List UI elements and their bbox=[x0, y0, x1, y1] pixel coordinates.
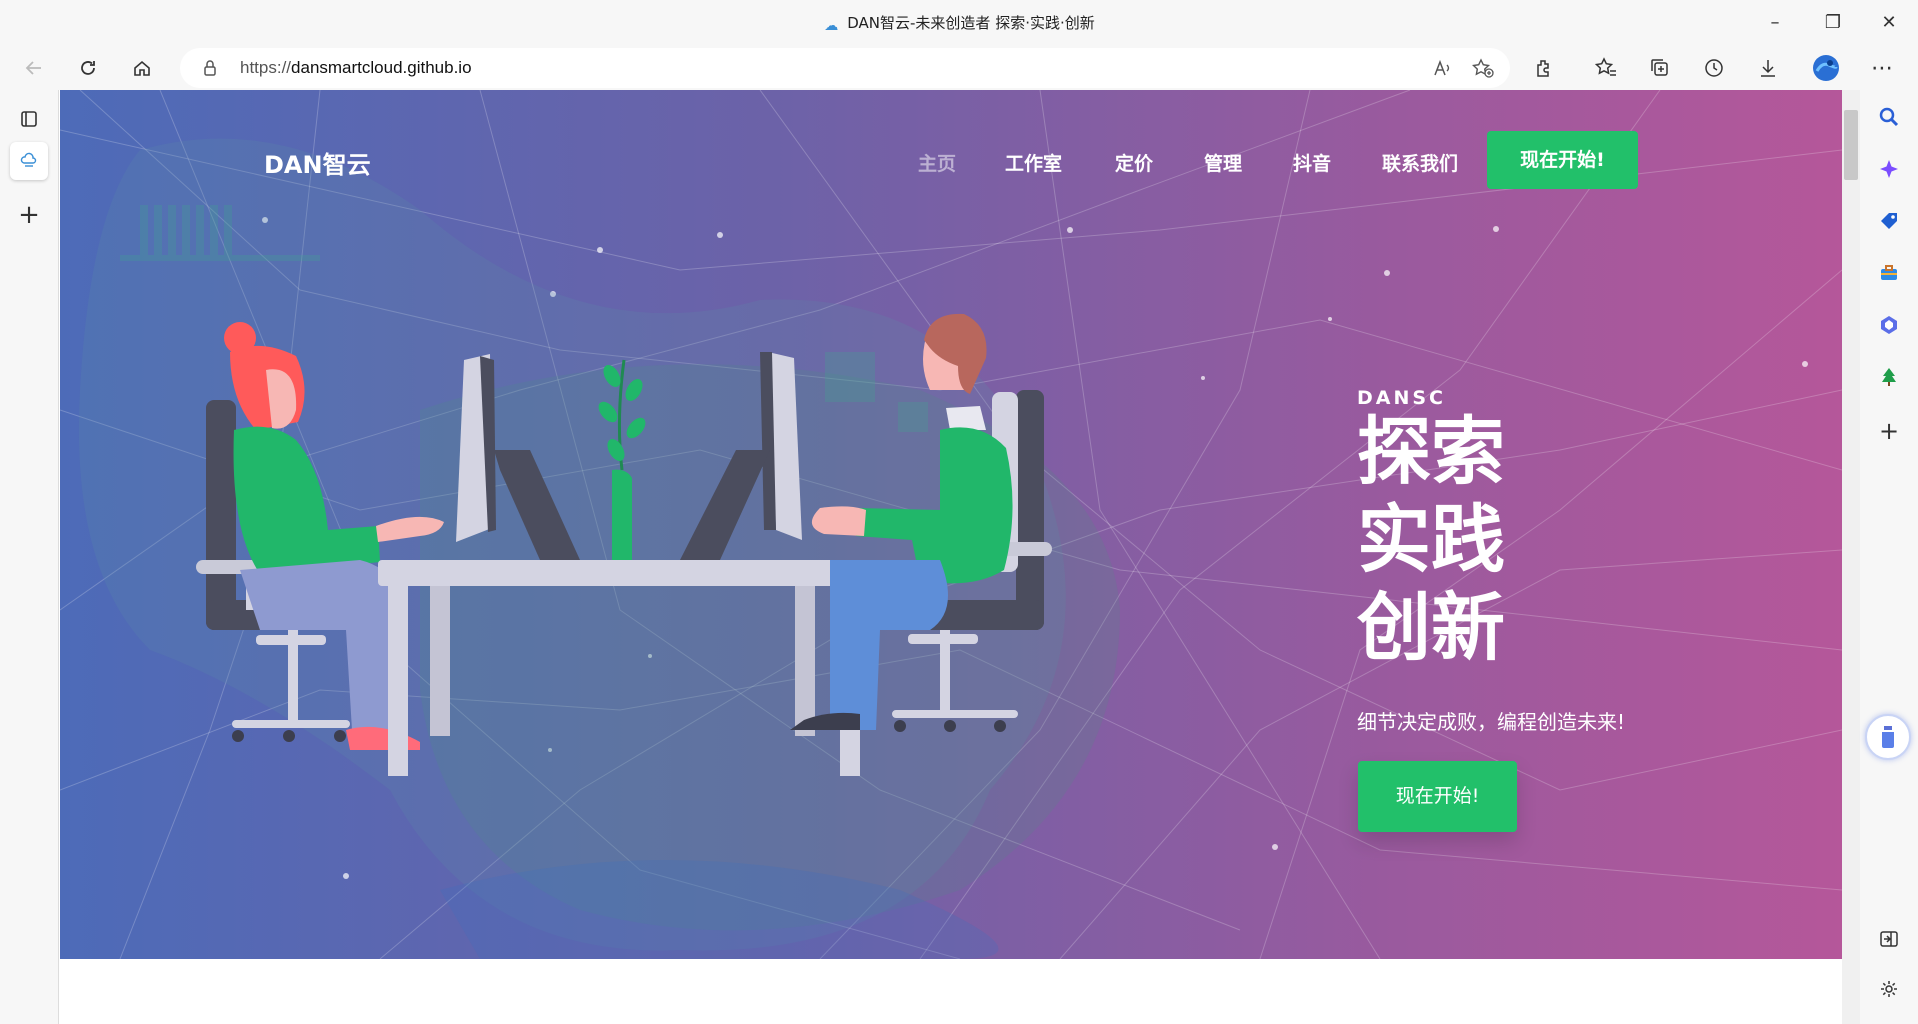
floating-assistant-widget[interactable] bbox=[1865, 714, 1911, 760]
restore-button[interactable]: ❐ bbox=[1810, 8, 1856, 38]
nav-item-pricing[interactable]: 定价 bbox=[1115, 144, 1153, 184]
window-title-text: DAN智云-未来创造者 探索·实践·创新 bbox=[847, 14, 1095, 32]
settings-gear-icon[interactable] bbox=[1874, 974, 1904, 1004]
scrollbar-thumb[interactable] bbox=[1844, 110, 1858, 180]
search-icon[interactable] bbox=[1874, 102, 1904, 132]
collections-icon bbox=[1651, 59, 1668, 76]
tree-icon[interactable] bbox=[1874, 362, 1904, 392]
site-favicon-icon bbox=[20, 152, 37, 167]
bottle-icon bbox=[1882, 726, 1894, 748]
url-host: dansmartcloud.github.io bbox=[291, 58, 472, 77]
profile-avatar bbox=[1813, 55, 1839, 81]
downloads-icon bbox=[1761, 60, 1775, 77]
add-sidebar-app-icon[interactable]: + bbox=[1874, 416, 1904, 446]
nav-item-studio[interactable]: 工作室 bbox=[1005, 144, 1062, 184]
hide-sidebar-icon[interactable] bbox=[1874, 924, 1904, 954]
hero-start-button[interactable]: 现在开始! bbox=[1358, 761, 1517, 832]
shopping-tag-icon[interactable] bbox=[1874, 206, 1904, 236]
history-icon bbox=[1705, 59, 1723, 77]
favorites-button[interactable] bbox=[1588, 52, 1624, 84]
window-title: ☁ DAN智云-未来创造者 探索·实践·创新 bbox=[0, 12, 1918, 34]
url-scheme: https:// bbox=[240, 58, 292, 77]
lock-icon[interactable] bbox=[200, 58, 220, 78]
add-favorite-icon[interactable] bbox=[1470, 56, 1496, 80]
collections-button[interactable] bbox=[1642, 52, 1678, 84]
extensions-icon bbox=[1537, 60, 1549, 77]
refresh-icon bbox=[81, 61, 95, 75]
hero-background-network bbox=[60, 90, 1842, 959]
tab-actions-icon bbox=[21, 111, 37, 127]
nav-item-home[interactable]: 主页 bbox=[918, 144, 956, 184]
plus-icon: + bbox=[18, 200, 40, 230]
refresh-button[interactable] bbox=[70, 52, 106, 84]
history-button[interactable] bbox=[1696, 52, 1732, 84]
window-titlebar: ☁ DAN智云-未来创造者 探索·实践·创新 – ❐ ✕ bbox=[0, 0, 1918, 46]
home-icon bbox=[134, 60, 150, 76]
more-icon[interactable]: ⋯ bbox=[1864, 52, 1900, 84]
copilot-icon[interactable] bbox=[1874, 154, 1904, 184]
nav-item-manage[interactable]: 管理 bbox=[1204, 144, 1242, 184]
read-aloud-icon[interactable] bbox=[1430, 56, 1456, 80]
address-bar[interactable]: https://dansmartcloud.github.io bbox=[180, 48, 1510, 88]
nav-start-button[interactable]: 现在开始! bbox=[1487, 131, 1638, 189]
nav-item-contact[interactable]: 联系我们 bbox=[1382, 144, 1458, 184]
page-scrollbar[interactable] bbox=[1842, 90, 1860, 1024]
site-favicon-icon: ☁ bbox=[824, 18, 839, 34]
favorites-icon bbox=[1595, 57, 1616, 76]
extensions-button[interactable] bbox=[1526, 52, 1562, 84]
minimize-button[interactable]: – bbox=[1752, 8, 1798, 38]
headline-line: 实践 bbox=[1357, 497, 1505, 583]
downloads-button[interactable] bbox=[1750, 52, 1786, 84]
headline-line: 探索 bbox=[1357, 409, 1505, 495]
tab-actions-button[interactable] bbox=[10, 100, 48, 138]
browser-toolbar: https://dansmartcloud.github.io ⋯ bbox=[0, 46, 1918, 90]
close-window-button[interactable]: ✕ bbox=[1866, 8, 1912, 38]
headline-line: 创新 bbox=[1357, 585, 1505, 671]
back-button[interactable] bbox=[16, 52, 52, 84]
nav-item-douyin[interactable]: 抖音 bbox=[1293, 144, 1331, 184]
office-icon[interactable] bbox=[1874, 310, 1904, 340]
new-tab-button[interactable]: + bbox=[10, 196, 48, 234]
home-button[interactable] bbox=[124, 52, 160, 84]
url-text[interactable]: https://dansmartcloud.github.io bbox=[240, 58, 472, 78]
vertical-tabs-sidebar: + bbox=[0, 90, 59, 1024]
hero-eyebrow: DANSC bbox=[1357, 387, 1447, 409]
tools-icon[interactable] bbox=[1874, 258, 1904, 288]
hero-subtitle: 细节决定成败，编程创造未来! bbox=[1357, 710, 1626, 734]
hero-section: DAN智云 主页 工作室 定价 管理 抖音 联系我们 现在开始! DANSC 探… bbox=[60, 90, 1842, 959]
hero-headline: 探索 实践 创新 bbox=[1357, 408, 1505, 672]
back-icon bbox=[25, 61, 41, 75]
profile-button[interactable] bbox=[1808, 52, 1844, 84]
page-viewport: DAN智云 主页 工作室 定价 管理 抖音 联系我们 现在开始! DANSC 探… bbox=[60, 90, 1842, 1024]
edge-sidebar: + bbox=[1860, 90, 1918, 1024]
active-tab[interactable] bbox=[10, 142, 48, 180]
